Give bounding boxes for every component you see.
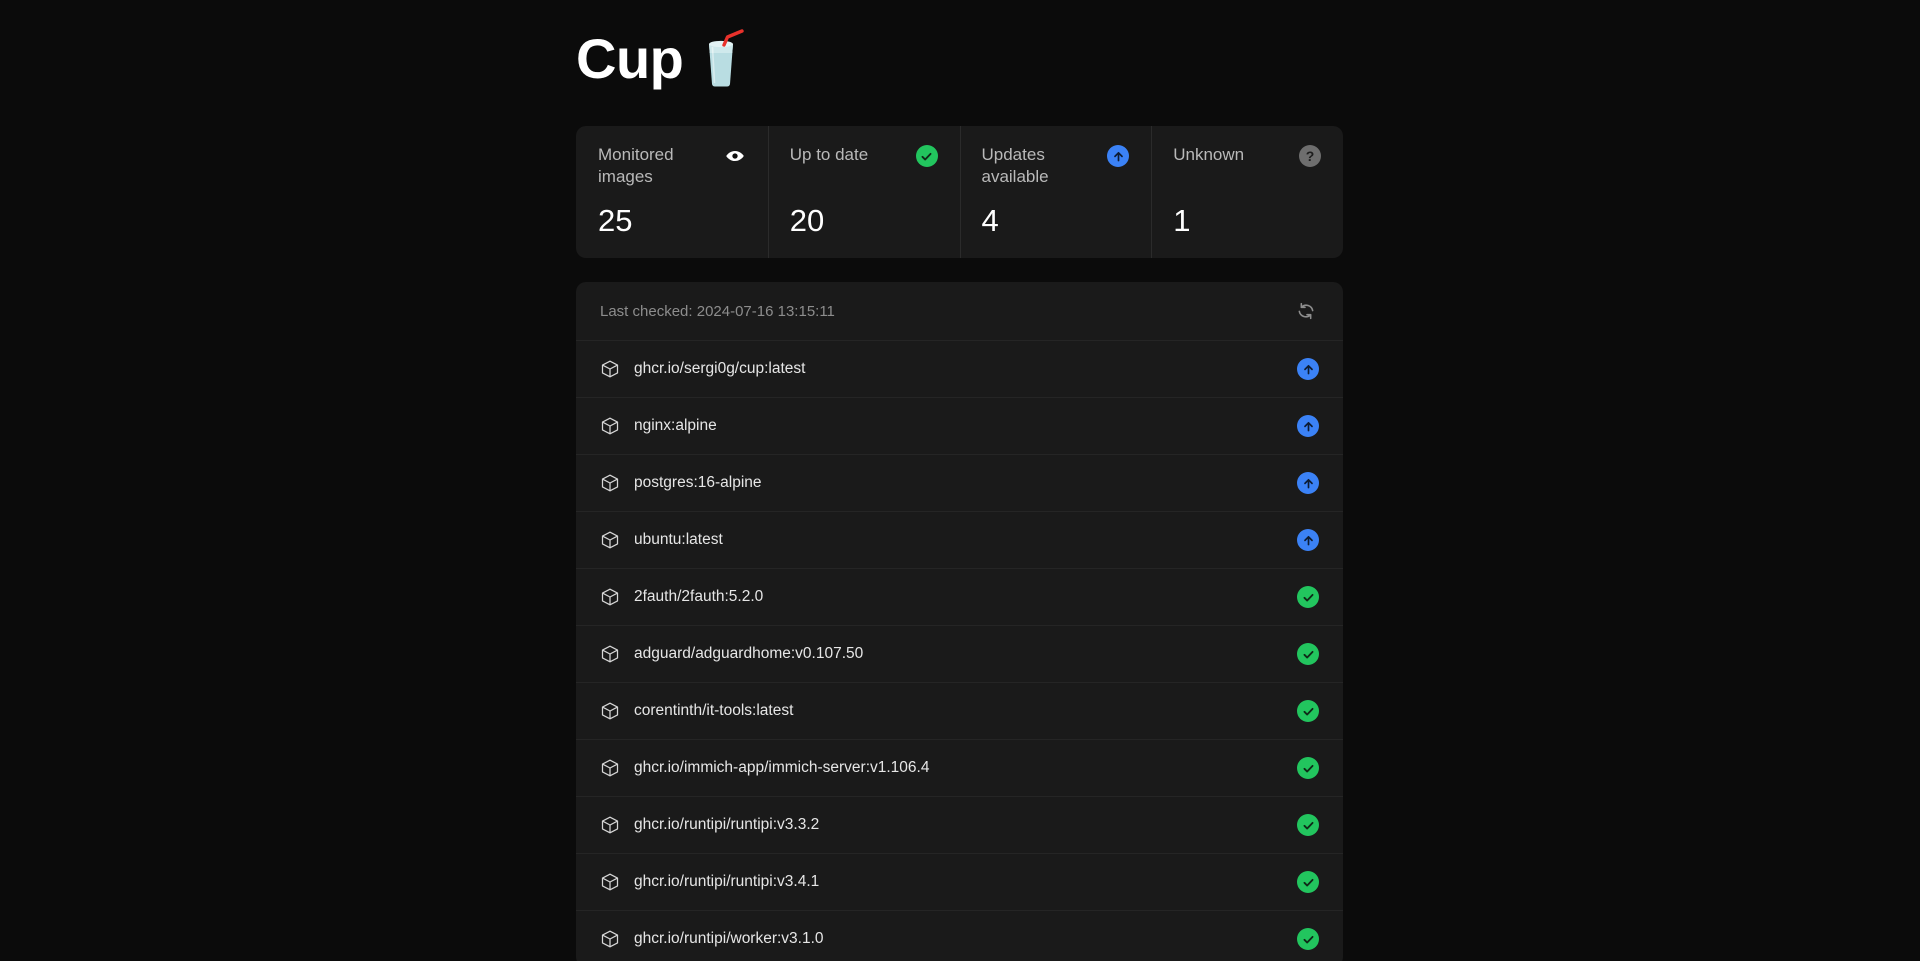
image-rows: ghcr.io/sergi0g/cup:latest nginx:alpine po… xyxy=(576,340,1343,961)
stat-card-unknown: Unknown ? 1 xyxy=(1151,126,1343,258)
table-row[interactable]: ghcr.io/immich-app/immich-server:v1.106.… xyxy=(576,739,1343,796)
stat-value: 1 xyxy=(1173,205,1321,236)
status-badge-up-to-date[interactable] xyxy=(1297,586,1319,608)
status-badge-up-to-date[interactable] xyxy=(1297,814,1319,836)
stat-header: Updates available xyxy=(982,144,1130,188)
stat-card-up-to-date: Up to date 20 xyxy=(768,126,960,258)
app-root: Cup Monitored images 25 xyxy=(0,0,1920,961)
stat-value: 20 xyxy=(790,205,938,236)
panel-header: Last checked: 2024-07-16 13:15:11 xyxy=(576,282,1343,340)
stat-value: 25 xyxy=(598,205,746,236)
table-row[interactable]: 2fauth/2fauth:5.2.0 xyxy=(576,568,1343,625)
box-icon xyxy=(600,473,620,493)
cup-with-straw-icon xyxy=(697,28,745,90)
image-name: adguard/adguardhome:v0.107.50 xyxy=(634,645,1283,663)
box-icon xyxy=(600,359,620,379)
image-name: ghcr.io/runtipi/worker:v3.1.0 xyxy=(634,930,1283,948)
check-circle-icon xyxy=(916,145,938,167)
arrow-up-icon xyxy=(1107,145,1129,167)
stat-value: 4 xyxy=(982,205,1130,236)
page-title: Cup xyxy=(576,31,683,87)
stat-label: Updates available xyxy=(982,144,1092,188)
app-header: Cup xyxy=(576,18,745,100)
status-badge-update-available[interactable] xyxy=(1297,415,1319,437)
eye-icon xyxy=(724,145,746,167)
table-row[interactable]: ubuntu:latest xyxy=(576,511,1343,568)
box-icon xyxy=(600,872,620,892)
image-name: nginx:alpine xyxy=(634,417,1283,435)
box-icon xyxy=(600,929,620,949)
stat-label: Unknown xyxy=(1173,144,1244,166)
image-name: ghcr.io/runtipi/runtipi:v3.4.1 xyxy=(634,873,1283,891)
image-name: corentinth/it-tools:latest xyxy=(634,702,1283,720)
status-badge-update-available[interactable] xyxy=(1297,529,1319,551)
table-row[interactable]: ghcr.io/sergi0g/cup:latest xyxy=(576,340,1343,397)
table-row[interactable]: adguard/adguardhome:v0.107.50 xyxy=(576,625,1343,682)
question-mark-glyph: ? xyxy=(1306,149,1315,163)
image-name: ghcr.io/immich-app/immich-server:v1.106.… xyxy=(634,759,1283,777)
image-name: postgres:16-alpine xyxy=(634,474,1283,492)
box-icon xyxy=(600,758,620,778)
table-row[interactable]: nginx:alpine xyxy=(576,397,1343,454)
table-row[interactable]: postgres:16-alpine xyxy=(576,454,1343,511)
box-icon xyxy=(600,530,620,550)
table-row[interactable]: ghcr.io/runtipi/runtipi:v3.4.1 xyxy=(576,853,1343,910)
stat-card-monitored-images: Monitored images 25 xyxy=(576,126,768,258)
last-checked-label: Last checked: 2024-07-16 13:15:11 xyxy=(600,303,835,320)
image-name: 2fauth/2fauth:5.2.0 xyxy=(634,588,1283,606)
stat-label: Up to date xyxy=(790,144,868,166)
stat-card-updates-available: Updates available 4 xyxy=(960,126,1152,258)
status-badge-up-to-date[interactable] xyxy=(1297,700,1319,722)
table-row[interactable]: ghcr.io/runtipi/runtipi:v3.3.2 xyxy=(576,796,1343,853)
image-name: ghcr.io/runtipi/runtipi:v3.3.2 xyxy=(634,816,1283,834)
table-row[interactable]: ghcr.io/runtipi/worker:v3.1.0 xyxy=(576,910,1343,961)
stat-header: Unknown ? xyxy=(1173,144,1321,167)
stat-header: Up to date xyxy=(790,144,938,167)
status-badge-up-to-date[interactable] xyxy=(1297,871,1319,893)
box-icon xyxy=(600,416,620,436)
question-mark-icon: ? xyxy=(1299,145,1321,167)
box-icon xyxy=(600,587,620,607)
image-list-panel: Last checked: 2024-07-16 13:15:11 ghcr.i… xyxy=(576,282,1343,961)
box-icon xyxy=(600,644,620,664)
status-badge-update-available[interactable] xyxy=(1297,472,1319,494)
table-row[interactable]: corentinth/it-tools:latest xyxy=(576,682,1343,739)
status-badge-update-available[interactable] xyxy=(1297,358,1319,380)
status-badge-up-to-date[interactable] xyxy=(1297,757,1319,779)
status-badge-up-to-date[interactable] xyxy=(1297,643,1319,665)
stat-label: Monitored images xyxy=(598,144,708,188)
status-badge-up-to-date[interactable] xyxy=(1297,928,1319,950)
box-icon xyxy=(600,701,620,721)
refresh-icon[interactable] xyxy=(1293,298,1319,324)
box-icon xyxy=(600,815,620,835)
stat-header: Monitored images xyxy=(598,144,746,188)
image-name: ubuntu:latest xyxy=(634,531,1283,549)
stats-summary: Monitored images 25 Up to date xyxy=(576,126,1343,258)
image-name: ghcr.io/sergi0g/cup:latest xyxy=(634,360,1283,378)
